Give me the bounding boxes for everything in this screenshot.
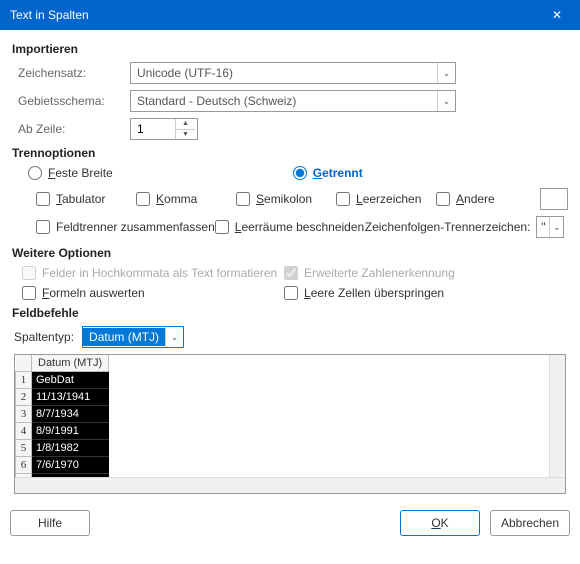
abzeile-input[interactable]: [131, 119, 175, 139]
zeichenfolgen-label: Zeichenfolgen-Trennerzeichen:: [365, 220, 531, 234]
scrollbar-horizontal[interactable]: [15, 477, 565, 493]
check-komma[interactable]: Komma: [136, 192, 236, 206]
cell[interactable]: 11/13/1941: [32, 389, 109, 406]
abzeile-label: Ab Zeile:: [12, 122, 130, 136]
section-import: Importieren: [12, 42, 568, 56]
titlebar: Text in Spalten ✕: [0, 0, 580, 30]
zeichenfolgen-combo[interactable]: "⌄: [536, 216, 564, 238]
ok-button[interactable]: OK: [400, 510, 480, 536]
table-corner: [16, 355, 32, 372]
help-button[interactable]: Hilfe: [10, 510, 90, 536]
check-leerraum[interactable]: Leerräume beschneiden: [215, 220, 365, 234]
check-leerzeichen[interactable]: Leerzeichen: [336, 192, 436, 206]
zeichensatz-label: Zeichensatz:: [12, 66, 130, 80]
chevron-down-icon: ⌄: [549, 217, 563, 237]
radio-getrennt[interactable]: Getrennt: [293, 166, 363, 180]
abzeile-spinner[interactable]: ▲ ▼: [130, 118, 198, 140]
chevron-down-icon: ⌄: [437, 63, 455, 83]
check-zahlen: Erweiterte Zahlenerkennung: [284, 266, 546, 280]
window-title: Text in Spalten: [10, 8, 89, 22]
cell[interactable]: 7/6/1970: [32, 457, 109, 474]
table-row[interactable]: 48/9/1991: [16, 423, 109, 440]
cancel-button[interactable]: Abbrechen: [490, 510, 570, 536]
col-header[interactable]: Datum (MTJ): [32, 355, 109, 372]
check-tabulator[interactable]: Tabulator: [36, 192, 136, 206]
radio-getrennt-label: Getrennt: [313, 166, 363, 180]
cell[interactable]: 1/8/1982: [32, 440, 109, 457]
spinner-up-icon[interactable]: ▲: [176, 119, 195, 130]
check-leerzellen[interactable]: Leere Zellen überspringen: [284, 286, 546, 300]
chevron-down-icon: ⌄: [165, 327, 183, 347]
zeichensatz-input[interactable]: [131, 66, 437, 80]
table-row[interactable]: 1GebDat: [16, 372, 109, 389]
preview-table[interactable]: Datum (MTJ) 1GebDat211/13/194138/7/19344…: [15, 355, 109, 477]
row-number: 1: [16, 372, 32, 389]
table-row[interactable]: 67/6/1970: [16, 457, 109, 474]
check-semikolon[interactable]: Semikolon: [236, 192, 336, 206]
gebiet-label: Gebietsschema:: [12, 94, 130, 108]
row-number: 5: [16, 440, 32, 457]
radio-getrennt-input[interactable]: [293, 166, 307, 180]
table-row[interactable]: 51/8/1982: [16, 440, 109, 457]
preview-box: Datum (MTJ) 1GebDat211/13/194138/7/19344…: [14, 354, 566, 494]
andere-value-combo[interactable]: [540, 188, 568, 210]
gebiet-input[interactable]: [131, 94, 437, 108]
spaltentyp-value: Datum (MTJ): [83, 328, 165, 346]
table-row[interactable]: 38/7/1934: [16, 406, 109, 423]
cell[interactable]: 8/9/1991: [32, 423, 109, 440]
cell[interactable]: GebDat: [32, 372, 109, 389]
check-hochkommata: Felder in Hochkommata als Text formatier…: [22, 266, 284, 280]
row-number: 6: [16, 457, 32, 474]
section-trenn: Trennoptionen: [12, 146, 568, 160]
spaltentyp-label: Spaltentyp:: [14, 330, 74, 344]
row-number: 2: [16, 389, 32, 406]
section-weitere: Weitere Optionen: [12, 246, 568, 260]
spaltentyp-combo[interactable]: Datum (MTJ) ⌄: [82, 326, 184, 348]
zeichensatz-combo[interactable]: ⌄: [130, 62, 456, 84]
gebiet-combo[interactable]: ⌄: [130, 90, 456, 112]
check-formeln[interactable]: Formeln auswerten: [22, 286, 284, 300]
check-andere[interactable]: Andere: [436, 192, 536, 206]
table-row[interactable]: 211/13/1941: [16, 389, 109, 406]
section-feld: Feldbefehle: [12, 306, 568, 320]
radio-feste-input[interactable]: [28, 166, 42, 180]
radio-feste-label: Feste Breite: [48, 166, 113, 180]
scrollbar-vertical[interactable]: [549, 355, 565, 477]
spinner-down-icon[interactable]: ▼: [176, 130, 195, 140]
cell[interactable]: 8/7/1934: [32, 406, 109, 423]
row-number: 4: [16, 423, 32, 440]
radio-feste-breite[interactable]: Feste Breite: [28, 166, 113, 180]
check-zusammen[interactable]: Feldtrenner zusammenfassen: [36, 220, 215, 234]
close-icon: ✕: [552, 8, 562, 22]
close-button[interactable]: ✕: [534, 0, 580, 30]
row-number: 3: [16, 406, 32, 423]
chevron-down-icon: ⌄: [437, 91, 455, 111]
